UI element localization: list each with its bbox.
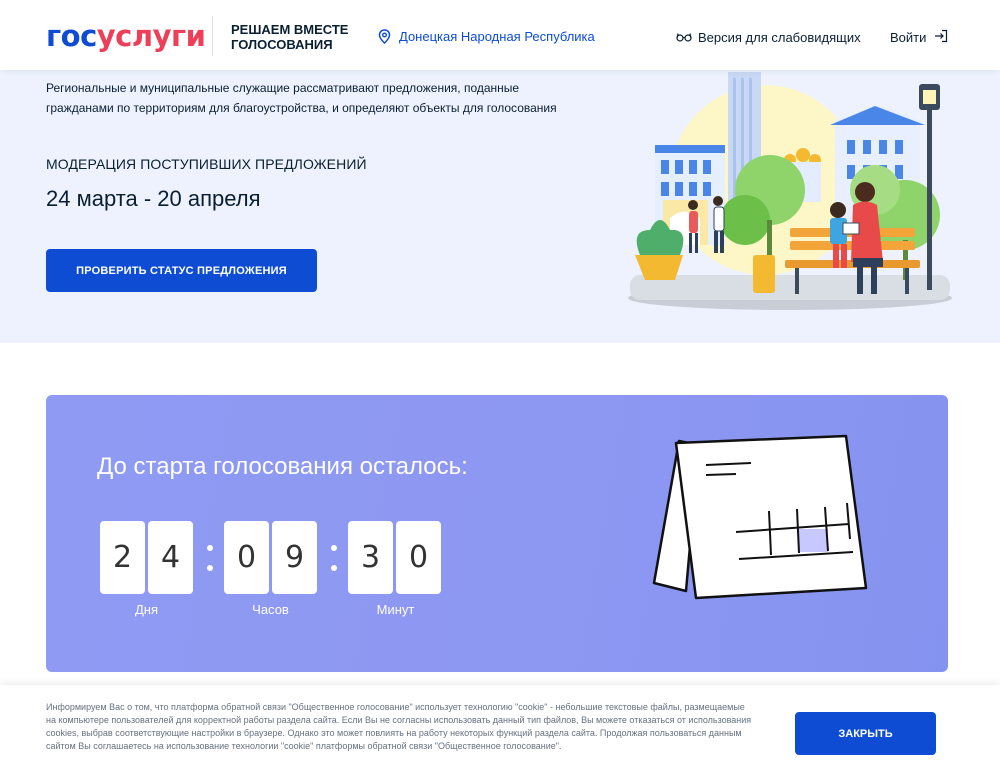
login-icon [934, 29, 948, 46]
countdown-separator [196, 521, 224, 594]
park-illustration [625, 70, 955, 315]
region-selector[interactable]: Донецкая Народная Республика [378, 29, 595, 44]
countdown-unit-labels: Дня Часов Минут [100, 602, 450, 618]
login-label: Войти [890, 30, 927, 45]
logo-text-part1: гос [46, 19, 97, 53]
stage-title: МОДЕРАЦИЯ ПОСТУПИВШИХ ПРЕДЛОЖЕНИЙ [46, 156, 367, 172]
check-proposal-status-button[interactable]: ПРОВЕРИТЬ СТАТУС ПРЕДЛОЖЕНИЯ [46, 249, 317, 292]
countdown-digits: 2 4 0 9 3 0 [100, 521, 444, 594]
glasses-icon [676, 30, 692, 45]
days-label: Дня [134, 602, 159, 617]
low-vision-label: Версия для слабовидящих [698, 30, 861, 45]
hero-section: Региональные и муниципальные служащие ра… [0, 70, 1000, 343]
countdown-digit: 2 [100, 521, 145, 594]
logo-text-part2: услуги [96, 19, 206, 53]
desk-calendar-illustration [651, 433, 871, 613]
countdown-digit: 9 [272, 521, 317, 594]
cookie-notice-text: Информируем Вас о том, что платформа обр… [46, 702, 752, 751]
countdown-title: До старта голосования осталось: [97, 453, 468, 480]
countdown-digit: 4 [148, 521, 193, 594]
countdown-digit: 3 [348, 521, 393, 594]
site-header: госуслуги РЕШАЕМ ВМЕСТЕ ГОЛОСОВАНИЯ Доне… [0, 0, 1000, 70]
login-button[interactable]: Войти [890, 29, 948, 46]
countdown-digit: 0 [224, 521, 269, 594]
header-divider [212, 16, 213, 56]
hours-label: Часов [252, 602, 289, 617]
stage-description: Региональные и муниципальные служащие ра… [46, 81, 557, 115]
close-cookie-button[interactable]: ЗАКРЫТЬ [795, 712, 936, 755]
voting-countdown: До старта голосования осталось: 2 4 0 9 … [46, 395, 948, 672]
site-tagline: РЕШАЕМ ВМЕСТЕ ГОЛОСОВАНИЯ [231, 22, 349, 52]
countdown-separator [320, 521, 348, 594]
gosuslugi-logo[interactable]: госуслуги [46, 19, 206, 53]
location-pin-icon [378, 29, 391, 44]
countdown-digit: 0 [396, 521, 441, 594]
minutes-label: Минут [376, 602, 415, 617]
cookie-banner: Информируем Вас о том, что платформа обр… [0, 685, 1000, 780]
low-vision-link[interactable]: Версия для слабовидящих [676, 30, 861, 45]
region-label: Донецкая Народная Республика [399, 29, 595, 44]
stage-dates: 24 марта - 20 апреля [46, 186, 261, 211]
